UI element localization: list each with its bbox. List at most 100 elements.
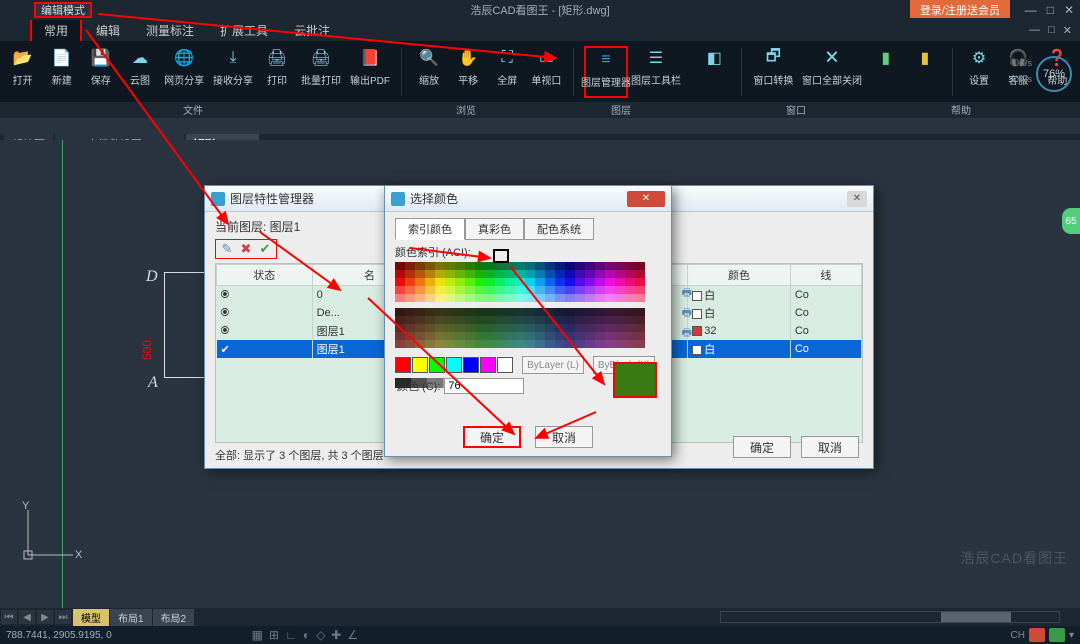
color-swatch[interactable] — [495, 270, 505, 278]
color-swatch[interactable] — [575, 340, 585, 348]
fullscreen-button[interactable]: ⛶全屏 — [491, 46, 524, 98]
color-swatch[interactable] — [625, 278, 635, 286]
color-swatch[interactable] — [635, 308, 645, 316]
color-swatch[interactable] — [635, 340, 645, 348]
color-value-input[interactable] — [444, 378, 524, 394]
color-swatch[interactable] — [395, 316, 405, 324]
color-swatch[interactable] — [485, 262, 495, 270]
color-swatch[interactable] — [605, 332, 615, 340]
color-swatch[interactable] — [525, 262, 535, 270]
layer-toolbar-button[interactable]: ☰图层工具栏 — [634, 46, 678, 98]
color-swatch[interactable] — [465, 324, 475, 332]
wincloseall-button[interactable]: 🗙窗口全部关闭 — [801, 46, 863, 98]
color-swatch[interactable] — [525, 316, 535, 324]
color-swatch[interactable] — [505, 324, 515, 332]
color-swatch[interactable] — [505, 332, 515, 340]
color-swatch[interactable] — [465, 332, 475, 340]
color-swatch[interactable] — [455, 340, 465, 348]
color-swatch[interactable] — [505, 262, 515, 270]
polar-icon[interactable]: ◐ — [303, 628, 310, 642]
color-swatch[interactable] — [415, 324, 425, 332]
color-swatch[interactable] — [635, 262, 645, 270]
aci-color-grid[interactable] — [395, 262, 661, 348]
maximize-icon[interactable]: □ — [1047, 3, 1054, 17]
color-swatch[interactable] — [575, 278, 585, 286]
color-swatch[interactable] — [615, 286, 625, 294]
color-swatch[interactable] — [605, 316, 615, 324]
color-swatch[interactable] — [605, 262, 615, 270]
doc-max-icon[interactable]: □ — [1048, 24, 1055, 37]
zoom-button[interactable]: 🔍缩放 — [412, 46, 445, 98]
edit-mode-button[interactable]: 编辑模式 — [34, 2, 92, 18]
color-swatch[interactable] — [555, 340, 565, 348]
color-swatch[interactable] — [475, 324, 485, 332]
color-swatch[interactable] — [545, 332, 555, 340]
color-swatch[interactable] — [415, 278, 425, 286]
scroll-thumb[interactable] — [941, 612, 1011, 622]
ok-button[interactable]: 确定 — [733, 436, 791, 458]
color-swatch[interactable] — [465, 262, 475, 270]
color-swatch[interactable] — [485, 286, 495, 294]
color-swatch[interactable] — [475, 340, 485, 348]
save-button[interactable]: 💾保存 — [84, 46, 117, 98]
color-swatch[interactable] — [535, 286, 545, 294]
color-swatch[interactable] — [585, 294, 595, 302]
tab-true-color[interactable]: 真彩色 — [465, 218, 524, 240]
color-swatch[interactable] — [495, 340, 505, 348]
color-swatch[interactable] — [425, 262, 435, 270]
color-swatch[interactable] — [415, 286, 425, 294]
color-swatch[interactable] — [545, 308, 555, 316]
color-swatch[interactable] — [605, 278, 615, 286]
color-swatch[interactable] — [565, 286, 575, 294]
color-swatch[interactable] — [405, 340, 415, 348]
color-swatch[interactable] — [455, 324, 465, 332]
color-swatch[interactable] — [405, 324, 415, 332]
color-swatch[interactable] — [595, 294, 605, 302]
color-swatch[interactable] — [635, 270, 645, 278]
palette-1[interactable]: ▮ — [869, 46, 902, 98]
color-swatch[interactable] — [395, 278, 405, 286]
color-swatch[interactable] — [425, 324, 435, 332]
color-swatch[interactable] — [585, 278, 595, 286]
color-swatch[interactable] — [435, 262, 445, 270]
new-layer-icon[interactable]: ✎ — [219, 241, 235, 257]
color-swatch[interactable] — [585, 332, 595, 340]
color-swatch[interactable] — [605, 294, 615, 302]
settings-button[interactable]: ⚙设置 — [962, 46, 995, 98]
color-swatch[interactable] — [395, 262, 405, 270]
color-swatch[interactable] — [425, 340, 435, 348]
first-tab-icon[interactable]: ⏮ — [1, 610, 17, 624]
new-button[interactable]: 📄新建 — [45, 46, 78, 98]
color-swatch[interactable] — [585, 286, 595, 294]
color-swatch[interactable] — [565, 270, 575, 278]
color-swatch[interactable] — [445, 294, 455, 302]
color-swatch[interactable] — [415, 340, 425, 348]
color-swatch[interactable] — [625, 270, 635, 278]
delete-layer-icon[interactable]: ✖ — [238, 241, 254, 257]
tab-layout2[interactable]: 布局2 — [153, 609, 195, 626]
color-swatch[interactable] — [535, 308, 545, 316]
color-swatch[interactable] — [535, 316, 545, 324]
color-swatch[interactable] — [515, 262, 525, 270]
minimize-icon[interactable]: — — [1025, 3, 1037, 17]
color-swatch[interactable] — [395, 270, 405, 278]
col-color[interactable]: 颜色 — [688, 265, 791, 286]
color-swatch[interactable] — [525, 270, 535, 278]
color-swatch[interactable] — [435, 286, 445, 294]
color-swatch[interactable] — [595, 286, 605, 294]
color-swatch[interactable] — [625, 294, 635, 302]
color-swatch[interactable] — [555, 332, 565, 340]
color-swatch[interactable] — [615, 262, 625, 270]
batchprint-button[interactable]: 🖨批量打印 — [300, 46, 343, 98]
color-swatch[interactable] — [515, 278, 525, 286]
color-swatch[interactable] — [505, 308, 515, 316]
last-tab-icon[interactable]: ⏭ — [55, 610, 71, 624]
color-swatch[interactable] — [555, 278, 565, 286]
color-swatch[interactable] — [475, 308, 485, 316]
color-swatch[interactable] — [565, 278, 575, 286]
color-swatch[interactable] — [425, 278, 435, 286]
color-swatch[interactable] — [505, 316, 515, 324]
winswitch-button[interactable]: 🗗窗口转换 — [752, 46, 795, 98]
color-swatch[interactable] — [515, 332, 525, 340]
color-swatch[interactable] — [435, 270, 445, 278]
